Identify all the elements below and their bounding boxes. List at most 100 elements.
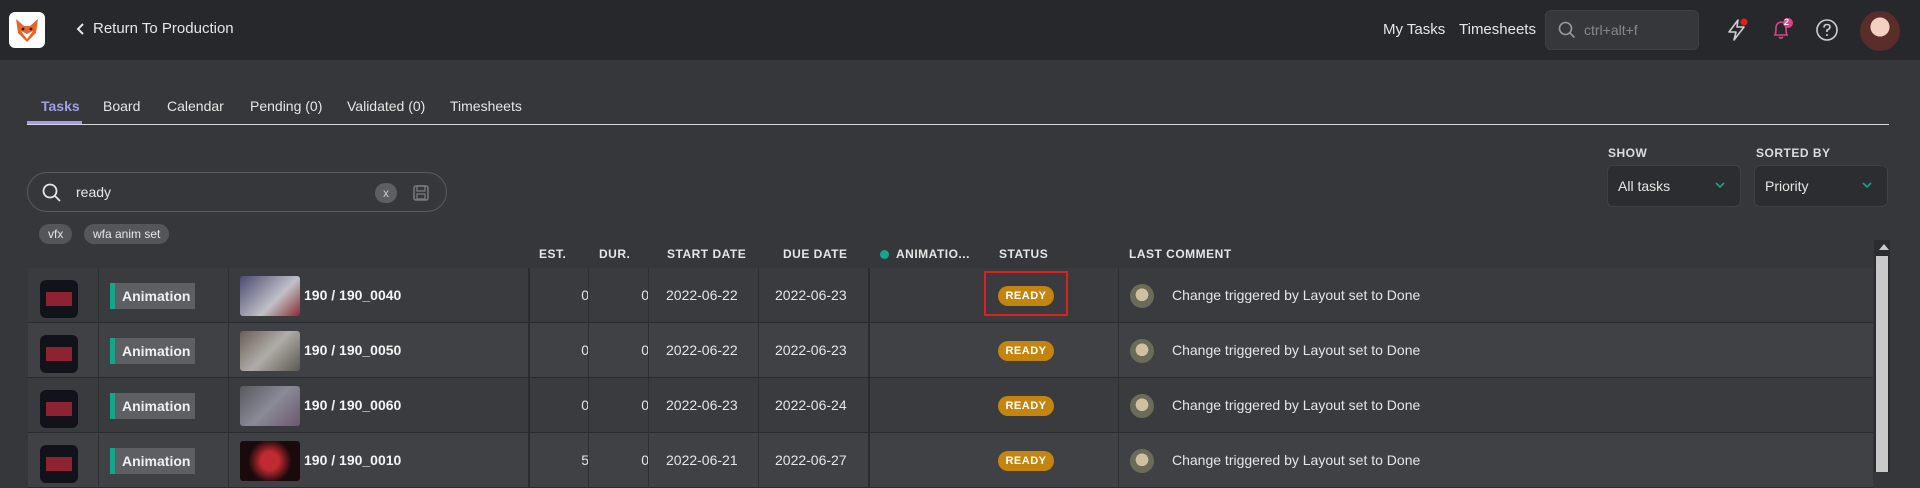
due-date[interactable]: 2022-06-23 — [775, 287, 847, 303]
shot-thumbnail[interactable] — [240, 441, 300, 481]
est-value[interactable]: 0 — [569, 287, 589, 303]
shot-name[interactable]: 190 / 190_0010 — [304, 452, 401, 468]
show-select[interactable]: All tasks — [1607, 165, 1741, 207]
shot-thumbnail[interactable] — [240, 386, 300, 426]
start-date[interactable]: 2022-06-23 — [666, 397, 738, 413]
comment-author-avatar — [1130, 394, 1154, 418]
global-search-placeholder: ctrl+alt+f — [1584, 22, 1638, 38]
my-tasks-link[interactable]: My Tasks — [1383, 21, 1445, 38]
dur-value: 0 — [641, 397, 649, 413]
timesheets-link[interactable]: Timesheets — [1459, 21, 1536, 38]
due-date[interactable]: 2022-06-27 — [775, 452, 847, 468]
production-thumbnail — [40, 335, 78, 373]
due-date[interactable]: 2022-06-23 — [775, 342, 847, 358]
tab-validated[interactable]: Validated (0) — [347, 98, 425, 114]
chevron-down-icon — [1715, 182, 1725, 189]
global-search-input[interactable]: ctrl+alt+f — [1545, 10, 1699, 50]
scroll-up-icon[interactable] — [1878, 242, 1890, 252]
page-tabs: Tasks Board Calendar Pending (0) Validat… — [27, 96, 1889, 125]
tab-timesheets[interactable]: Timesheets — [450, 98, 522, 114]
col-last-comment[interactable]: LAST COMMENT — [1129, 247, 1232, 261]
table-row[interactable]: Animation 190 / 190_0010 5 0 2022-06-21 … — [28, 433, 1873, 488]
help-icon — [1816, 19, 1838, 41]
dur-value: 0 — [641, 287, 649, 303]
kitsu-logo[interactable] — [9, 12, 45, 48]
task-type-tag[interactable]: Animation — [110, 448, 195, 474]
start-date[interactable]: 2022-06-22 — [666, 287, 738, 303]
col-dur[interactable]: DUR. — [599, 247, 630, 261]
est-value[interactable]: 0 — [569, 397, 589, 413]
comment-author-avatar — [1130, 284, 1154, 308]
task-type-tag[interactable]: Animation — [110, 338, 195, 364]
notifications-button[interactable]: 2 — [1768, 16, 1796, 44]
scrollbar-thumb[interactable] — [1876, 256, 1888, 472]
news-button[interactable] — [1723, 16, 1751, 44]
help-button[interactable] — [1813, 16, 1841, 44]
comment-author-avatar — [1130, 449, 1154, 473]
task-type-tag[interactable]: Animation — [110, 393, 195, 419]
shot-name[interactable]: 190 / 190_0050 — [304, 342, 401, 358]
chevron-down-icon — [1862, 182, 1872, 189]
status-badge[interactable]: READY — [998, 396, 1054, 416]
show-select-value: All tasks — [1618, 178, 1671, 194]
shot-thumbnail[interactable] — [240, 331, 300, 371]
return-label: Return To Production — [93, 20, 234, 37]
production-thumbnail — [40, 445, 78, 483]
search-value: ready — [76, 184, 112, 200]
shot-name[interactable]: 190 / 190_0040 — [304, 287, 401, 303]
return-to-production-link[interactable]: Return To Production — [75, 20, 234, 37]
production-thumbnail — [40, 390, 78, 428]
col-start-date[interactable]: START DATE — [667, 247, 746, 261]
col-est[interactable]: EST. — [539, 247, 566, 261]
tab-board[interactable]: Board — [103, 98, 140, 114]
lightning-icon — [1728, 18, 1748, 41]
search-icon — [1558, 21, 1576, 39]
save-search-icon[interactable] — [412, 184, 430, 202]
col-animation-label: ANIMATIO... — [896, 247, 970, 261]
est-value[interactable]: 0 — [569, 342, 589, 358]
col-due-date[interactable]: DUE DATE — [783, 247, 847, 261]
col-animation[interactable]: ANIMATIO... — [880, 247, 970, 261]
show-label: SHOW — [1608, 146, 1648, 160]
saved-search-chip[interactable]: wfa anim set — [84, 224, 170, 244]
search-icon — [42, 183, 61, 202]
saved-search-chip[interactable]: vfx — [39, 224, 73, 244]
status-highlight-box — [984, 271, 1068, 316]
dur-value: 0 — [641, 452, 649, 468]
notification-count-badge: 2 — [1784, 17, 1790, 27]
est-value[interactable]: 5 — [569, 452, 589, 468]
tab-tasks[interactable]: Tasks — [41, 98, 80, 114]
sorted-by-value: Priority — [1765, 178, 1809, 194]
last-comment[interactable]: Change triggered by Layout set to Done — [1172, 397, 1420, 413]
animation-color-dot — [880, 249, 889, 259]
chevron-left-icon — [76, 22, 84, 35]
start-date[interactable]: 2022-06-21 — [666, 452, 738, 468]
tab-pending[interactable]: Pending (0) — [250, 98, 322, 114]
status-badge[interactable]: READY — [998, 341, 1054, 361]
production-thumbnail — [40, 280, 78, 318]
start-date[interactable]: 2022-06-22 — [666, 342, 738, 358]
dur-value: 0 — [641, 342, 649, 358]
shot-name[interactable]: 190 / 190_0060 — [304, 397, 401, 413]
last-comment[interactable]: Change triggered by Layout set to Done — [1172, 287, 1420, 303]
task-search-input[interactable]: ready x — [27, 172, 447, 212]
bell-icon — [1773, 18, 1793, 39]
fox-logo-icon — [16, 19, 38, 42]
status-badge[interactable]: READY — [998, 451, 1054, 471]
due-date[interactable]: 2022-06-24 — [775, 397, 847, 413]
user-avatar[interactable] — [1860, 11, 1900, 51]
top-bar: Return To Production My Tasks Timesheets… — [0, 0, 1920, 60]
comment-author-avatar — [1130, 339, 1154, 363]
active-tab-indicator — [27, 121, 82, 124]
table-row[interactable]: Animation 190 / 190_0040 0 0 2022-06-22 … — [28, 268, 1873, 323]
shot-thumbnail[interactable] — [240, 276, 300, 316]
table-row[interactable]: Animation 190 / 190_0060 0 0 2022-06-23 … — [28, 378, 1873, 433]
sorted-by-select[interactable]: Priority — [1754, 165, 1888, 207]
last-comment[interactable]: Change triggered by Layout set to Done — [1172, 452, 1420, 468]
task-type-tag[interactable]: Animation — [110, 283, 195, 309]
clear-search-button[interactable]: x — [375, 183, 397, 203]
col-status[interactable]: STATUS — [999, 247, 1048, 261]
last-comment[interactable]: Change triggered by Layout set to Done — [1172, 342, 1420, 358]
tab-calendar[interactable]: Calendar — [167, 98, 224, 114]
table-row[interactable]: Animation 190 / 190_0050 0 0 2022-06-22 … — [28, 323, 1873, 378]
